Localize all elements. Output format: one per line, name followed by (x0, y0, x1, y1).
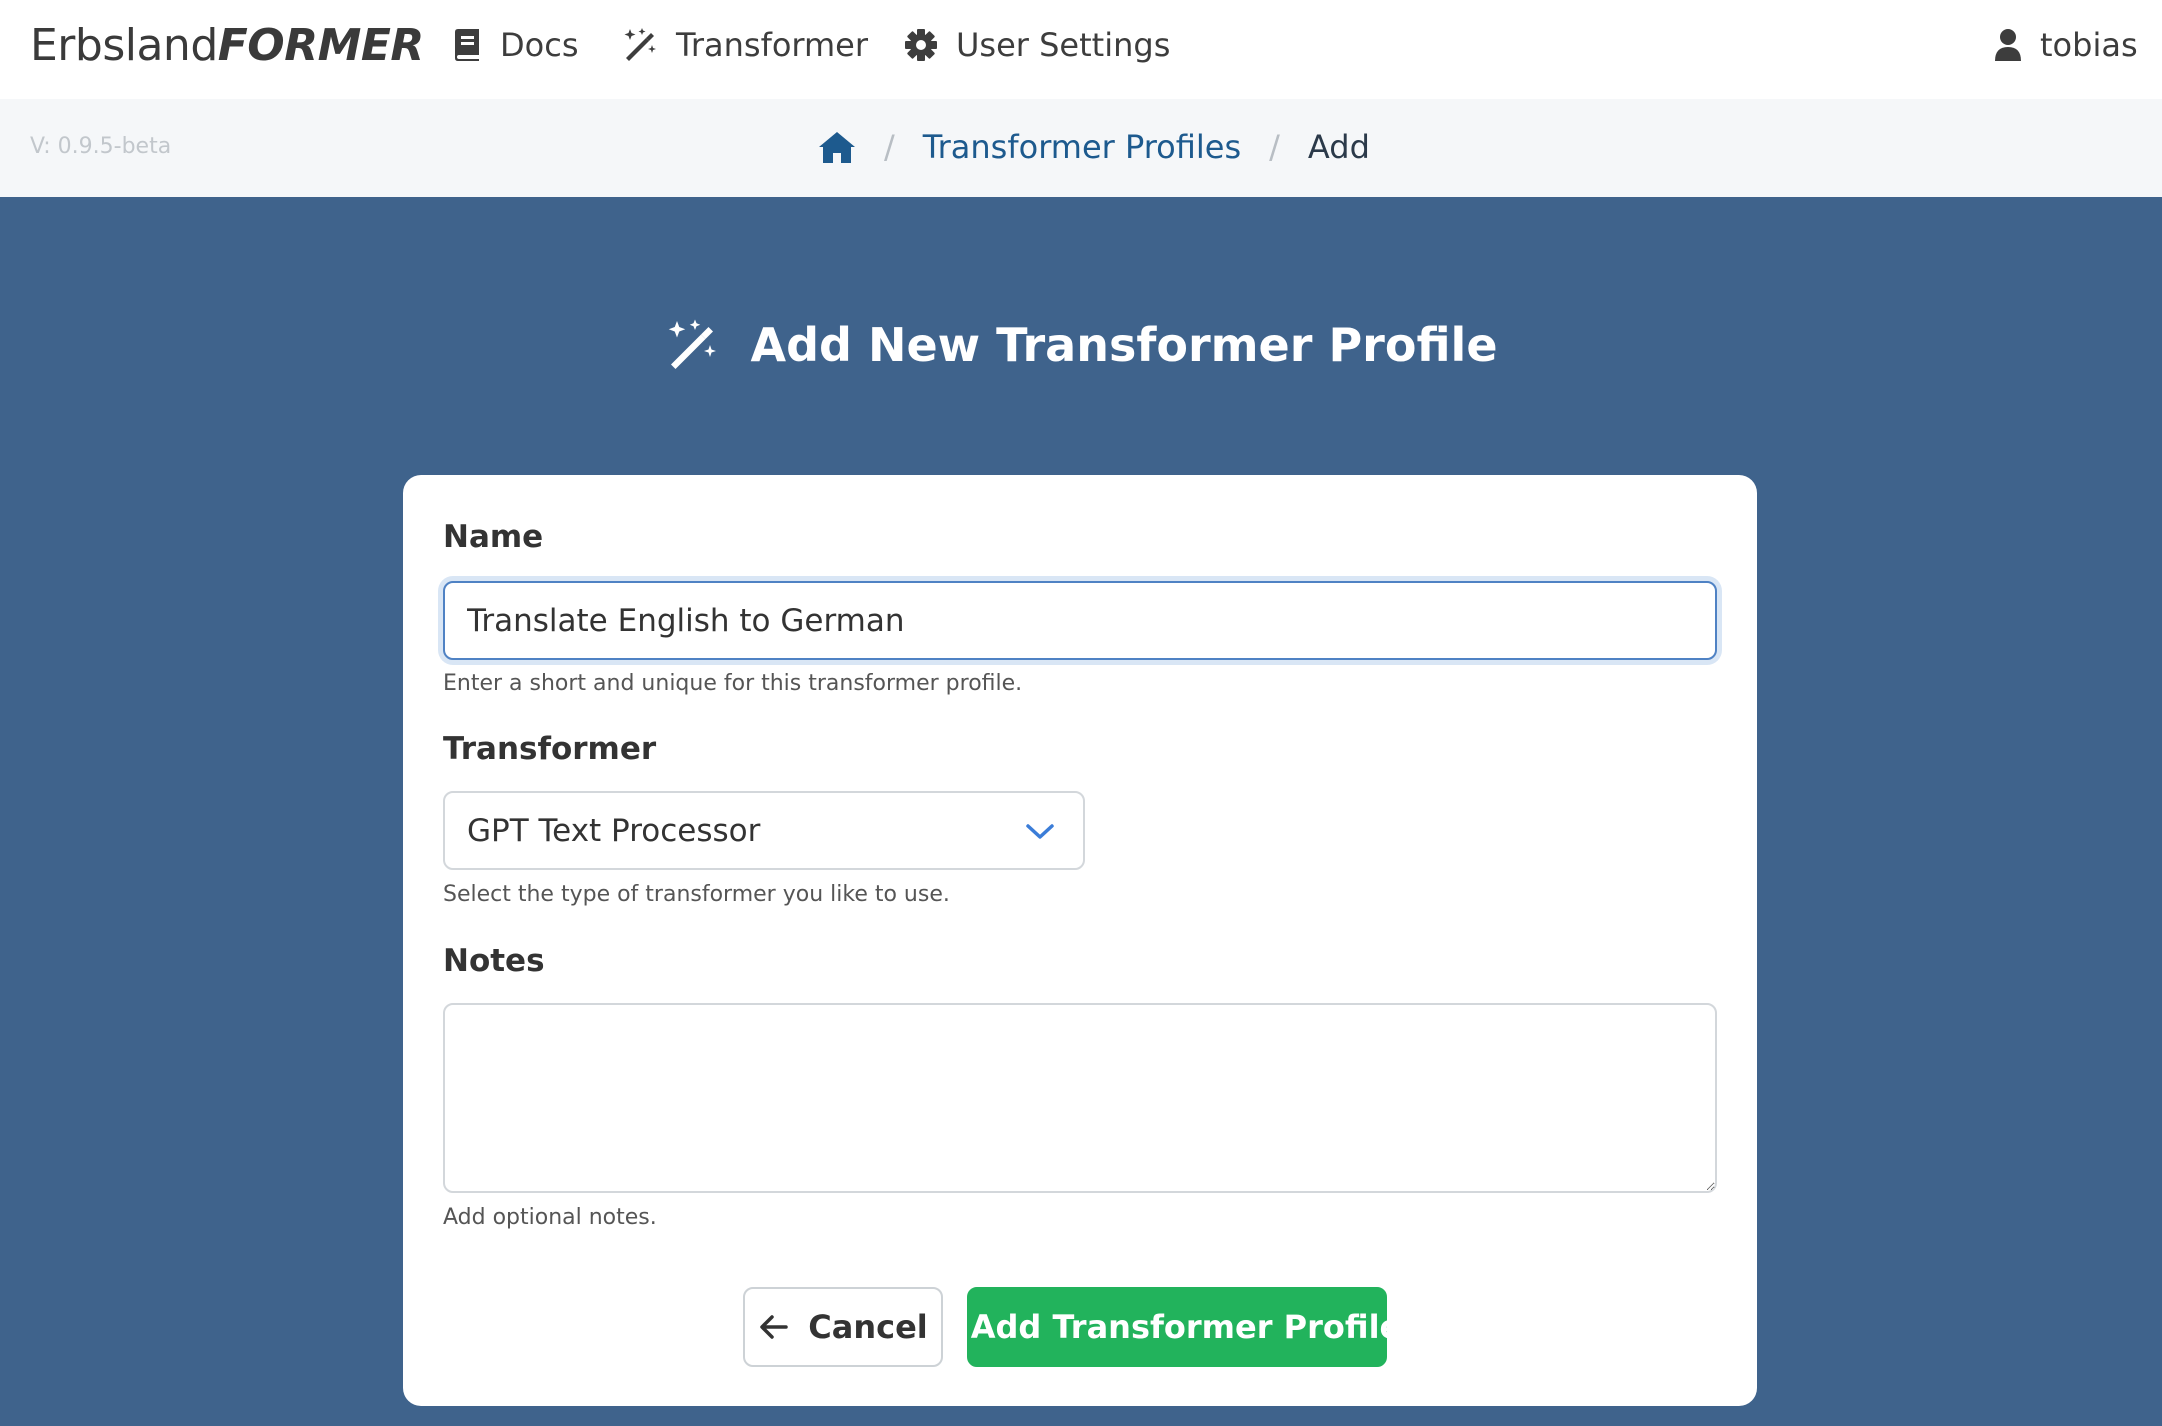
cancel-button-label: Cancel (808, 1308, 928, 1346)
name-help: Enter a short and unique for this transf… (443, 671, 1023, 696)
book-icon (455, 29, 479, 61)
page-title: Add New Transformer Profile (0, 318, 2162, 372)
arrow-left-icon (760, 1315, 788, 1339)
gear-icon (905, 29, 937, 61)
nav-transformer[interactable]: Transformer (622, 26, 868, 64)
user-icon (1995, 29, 2021, 61)
magic-wand-icon (624, 28, 656, 61)
brand-suffix: FORMER (217, 20, 425, 71)
transformer-select[interactable]: GPT Text Processor (443, 791, 1085, 870)
notes-label: Notes (443, 943, 545, 979)
page-title-text: Add New Transformer Profile (750, 318, 1498, 372)
name-label: Name (443, 519, 544, 555)
brand-prefix: Erbsland (30, 20, 218, 71)
notes-textarea[interactable] (443, 1003, 1717, 1193)
transformer-selected: GPT Text Processor (467, 812, 761, 849)
breadcrumb-current: Add (1307, 128, 1370, 166)
profile-form-card: Name Enter a short and unique for this t… (403, 475, 1757, 1406)
nav-user-label: tobias (2040, 26, 2138, 64)
breadcrumb-separator: / (1269, 128, 1280, 166)
magic-wand-icon (669, 319, 717, 369)
breadcrumb-separator: / (884, 128, 895, 166)
nav-user-menu[interactable]: tobias (1994, 26, 2138, 64)
chevron-down-icon (1026, 824, 1054, 839)
cancel-button[interactable]: Cancel (743, 1287, 943, 1367)
nav-user-settings-label: User Settings (956, 26, 1171, 64)
brand-logo[interactable]: ErbslandFORMER (30, 20, 424, 71)
transformer-help: Select the type of transformer you like … (443, 882, 950, 907)
version-label: V: 0.9.5-beta (30, 134, 172, 159)
nav-docs[interactable]: Docs (452, 26, 578, 64)
add-transformer-profile-button[interactable]: Add Transformer Profile (967, 1287, 1401, 1367)
nav-user-settings[interactable]: User Settings (904, 26, 1170, 64)
nav-transformer-label: Transformer (676, 26, 869, 64)
breadcrumb: / Transformer Profiles / Add (818, 128, 1370, 166)
name-input[interactable] (443, 581, 1717, 660)
add-transformer-profile-label: Add Transformer Profile (970, 1308, 1402, 1346)
nav-docs-label: Docs (500, 26, 579, 64)
breadcrumb-transformer-profiles[interactable]: Transformer Profiles (923, 128, 1241, 166)
home-icon[interactable] (818, 130, 856, 164)
top-navbar: ErbslandFORMER Docs Transformer User Set… (0, 0, 2162, 99)
transformer-label: Transformer (443, 731, 657, 767)
notes-help: Add optional notes. (443, 1205, 657, 1230)
